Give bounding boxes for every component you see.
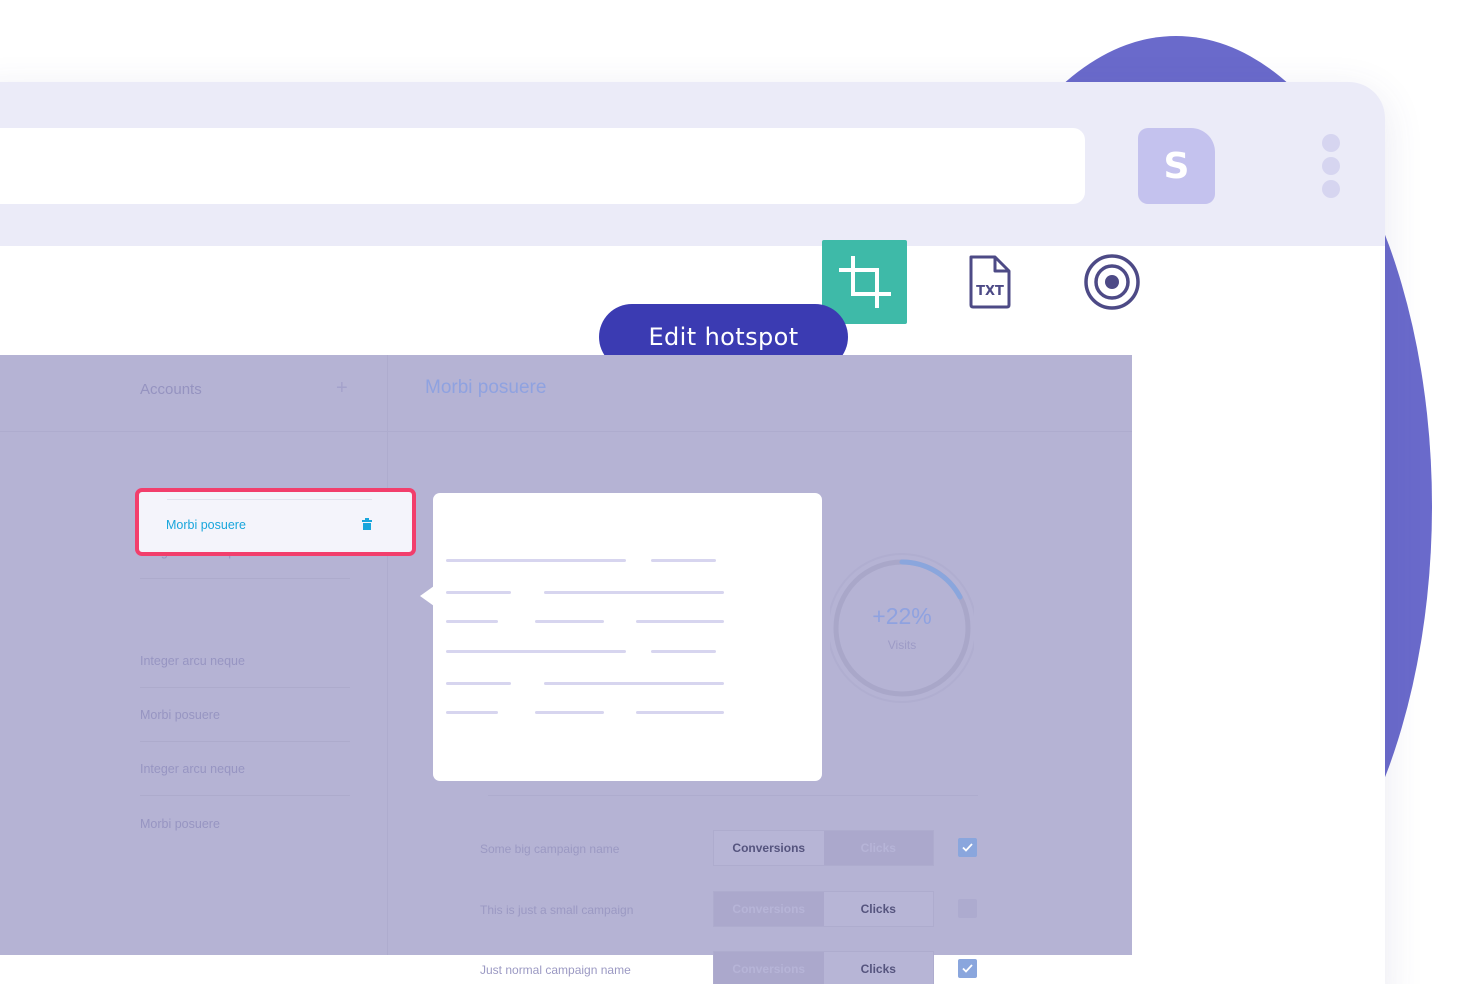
toggle-option-conversions[interactable]: Conversions [714, 952, 824, 984]
campaign-row: This is just a small campaign Conversion… [480, 891, 1000, 929]
account-list-item[interactable]: Morbi posuere [140, 688, 350, 742]
column-divider [387, 355, 388, 955]
section-divider [488, 795, 978, 796]
hotspot-content-popup [433, 493, 822, 781]
address-bar[interactable] [0, 128, 1085, 204]
toggle-option-conversions[interactable]: Conversions [714, 892, 824, 926]
selected-account-label: Morbi posuere [166, 518, 246, 532]
campaign-name: Some big campaign name [480, 842, 620, 856]
target-icon [1084, 254, 1140, 310]
campaign-row: Just normal campaign name Conversions Cl… [480, 951, 1000, 984]
campaign-name: Just normal campaign name [480, 963, 631, 977]
gauge-value: +22% [872, 603, 932, 629]
account-list-item[interactable]: Integer arcu neque [140, 742, 350, 796]
campaign-checkbox[interactable] [958, 899, 977, 918]
check-icon [962, 843, 973, 852]
metric-toggle[interactable]: Conversions Clicks [713, 951, 934, 984]
campaign-checkbox[interactable] [958, 838, 977, 857]
toggle-option-conversions[interactable]: Conversions [714, 831, 824, 865]
crop-icon [838, 256, 891, 308]
metric-toggle[interactable]: Conversions Clicks [713, 891, 934, 927]
more-menu-icon[interactable] [1322, 134, 1340, 198]
popup-pointer [420, 586, 434, 606]
browser-topbar: S [0, 82, 1385, 246]
visits-gauge: +22% Visits [830, 552, 974, 712]
header-divider [0, 431, 1132, 432]
txt-file-tool-button[interactable]: TXT [960, 252, 1020, 312]
campaign-row: Some big campaign name Conversions Click… [480, 830, 1000, 868]
account-list-item[interactable]: Integer arcu neque [140, 634, 350, 688]
campaign-name: This is just a small campaign [480, 903, 634, 917]
campaign-checkbox[interactable] [958, 959, 977, 978]
metric-toggle[interactable]: Conversions Clicks [713, 830, 934, 866]
svg-text:TXT: TXT [976, 284, 1004, 299]
target-tool-button[interactable] [1082, 252, 1142, 312]
page-title: Morbi posuere [425, 377, 547, 398]
add-account-button[interactable]: + [336, 377, 348, 400]
toggle-option-clicks[interactable]: Clicks [823, 952, 933, 984]
check-icon [962, 964, 973, 973]
accounts-heading: Accounts [140, 381, 202, 398]
gauge-label: Visits [887, 638, 917, 652]
user-avatar[interactable]: S [1138, 128, 1215, 204]
trash-icon[interactable] [362, 518, 372, 530]
txt-file-icon: TXT [969, 255, 1011, 309]
toggle-option-clicks[interactable]: Clicks [823, 892, 933, 926]
toggle-option-clicks[interactable]: Clicks [823, 831, 933, 865]
account-list-item[interactable]: Morbi posuere [140, 797, 350, 851]
item-divider [167, 499, 372, 500]
selected-account-hotspot[interactable]: Morbi posuere [135, 488, 416, 556]
